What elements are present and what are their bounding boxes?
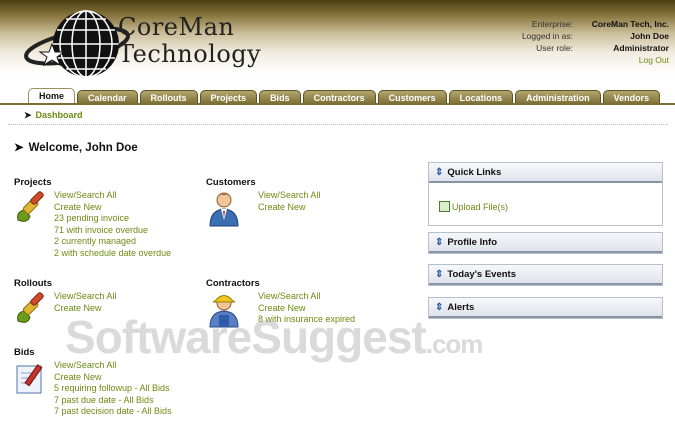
tab-calendar[interactable]: Calendar [77,90,138,104]
brand-line1: CoreMan [118,13,235,41]
todays-events-title: Today's Events [447,269,516,280]
tab-administration[interactable]: Administration [515,90,601,104]
divider [8,124,668,125]
bid-document-pen-icon [16,364,43,394]
customers-create-new-link[interactable]: Create New [258,202,320,214]
bids-past-due-link[interactable]: 7 past due date - All Bids [54,395,172,407]
quick-links-header[interactable]: ⇕ Quick Links [429,163,662,183]
tab-bids[interactable]: Bids [259,90,301,104]
user-info: Enterprise: CoreMan Tech, Inc. Logged in … [503,18,669,66]
alerts-title: Alerts [447,302,475,313]
quick-links-body: Upload File(s) [429,183,662,225]
projects-create-new-link[interactable]: Create New [54,202,171,214]
page-title: ➤ Welcome, John Doe [14,140,138,154]
breadcrumb-arrow-icon: ➤ [24,110,32,120]
breadcrumb: ➤ Dashboard [24,110,83,121]
profile-info-title: Profile Info [447,237,498,248]
contractors-title: Contractors [206,278,260,289]
bids-requiring-followup-link[interactable]: 5 requiring followup - All Bids [54,383,172,395]
quick-links-title: Quick Links [447,167,502,178]
customers-section: Customers View/Search All Create New [206,177,320,228]
contractor-worker-icon [209,295,239,328]
customer-person-icon [209,192,239,227]
bids-title: Bids [14,347,35,358]
bids-create-new-link[interactable]: Create New [54,372,172,384]
app-header: CoreMan Technology Enterprise: CoreMan Te… [0,0,675,88]
user-role-value: Administrator [613,43,669,53]
projects-invoice-overdue-link[interactable]: 71 with invoice overdue [54,225,171,237]
logged-in-label: Logged in as: [521,31,573,41]
quick-links-panel: ⇕ Quick Links Upload File(s) [428,162,663,226]
rollouts-view-all-link[interactable]: View/Search All [54,291,116,303]
rollouts-create-new-link[interactable]: Create New [54,303,116,315]
projects-view-all-link[interactable]: View/Search All [54,190,171,202]
logout-link[interactable]: Log Out [587,54,669,66]
upload-files-label: Upload File(s) [452,201,509,212]
tab-contractors[interactable]: Contractors [302,90,376,104]
projects-schedule-overdue-link[interactable]: 2 with schedule date overdue [54,248,171,260]
upload-files-link[interactable]: Upload File(s) [439,201,508,212]
customers-title: Customers [206,177,256,188]
bids-past-decision-link[interactable]: 7 past decision date - All Bids [54,406,172,418]
watermark-suffix: .com [425,329,484,359]
rollouts-section: Rollouts View/Search All Create New [14,278,116,327]
contractors-view-all-link[interactable]: View/Search All [258,291,355,303]
alerts-panel: ⇕ Alerts [428,297,663,319]
customers-view-all-link[interactable]: View/Search All [258,190,320,202]
expand-arrows-icon: ⇕ [435,167,444,178]
tab-underline [0,103,675,105]
paintbrush-icon [17,292,44,323]
contractors-insurance-expired-link[interactable]: 8 with insurance expired [258,314,355,326]
todays-events-panel: ⇕ Today's Events [428,264,663,286]
brand-name: CoreMan Technology [118,14,261,68]
enterprise-value: CoreMan Tech, Inc. [591,19,669,29]
brand-line2: Technology [118,40,262,68]
projects-section: Projects View/Search All Create New 23 p… [14,177,171,259]
expand-arrows-icon: ⇕ [435,302,444,313]
enterprise-label: Enterprise: [531,19,573,29]
tab-vendors[interactable]: Vendors [602,90,661,104]
title-arrow-icon: ➤ [14,142,24,154]
tab-locations[interactable]: Locations [448,90,514,104]
breadcrumb-dashboard[interactable]: Dashboard [36,110,83,120]
bids-view-all-link[interactable]: View/Search All [54,360,172,372]
bids-section: Bids View/Search All Create New 5 requir… [14,347,172,418]
logged-in-value: John Doe [630,31,669,41]
projects-currently-managed-link[interactable]: 2 currently managed [54,236,171,248]
rollouts-title: Rollouts [14,278,52,289]
todays-events-header[interactable]: ⇕ Today's Events [429,265,662,285]
expand-arrows-icon: ⇕ [435,237,444,248]
contractors-create-new-link[interactable]: Create New [258,303,355,315]
tab-projects[interactable]: Projects [199,90,258,104]
projects-pending-invoice-link[interactable]: 23 pending invoice [54,213,171,225]
main-nav-tabs: Home Calendar Rollouts Projects Bids Con… [28,88,661,104]
alerts-header[interactable]: ⇕ Alerts [429,298,662,318]
projects-title: Projects [14,177,52,188]
contractors-section: Contractors View/Search All Create New 8… [206,278,355,329]
upload-file-icon [439,201,450,212]
profile-info-panel: ⇕ Profile Info [428,232,663,254]
tab-home[interactable]: Home [28,88,76,104]
paintbrush-icon [17,191,44,222]
profile-info-header[interactable]: ⇕ Profile Info [429,233,662,253]
tab-customers[interactable]: Customers [377,90,447,104]
expand-arrows-icon: ⇕ [435,269,444,280]
tab-rollouts[interactable]: Rollouts [139,90,198,104]
user-role-label: User role: [536,43,573,53]
welcome-text: Welcome, John Doe [28,142,138,154]
